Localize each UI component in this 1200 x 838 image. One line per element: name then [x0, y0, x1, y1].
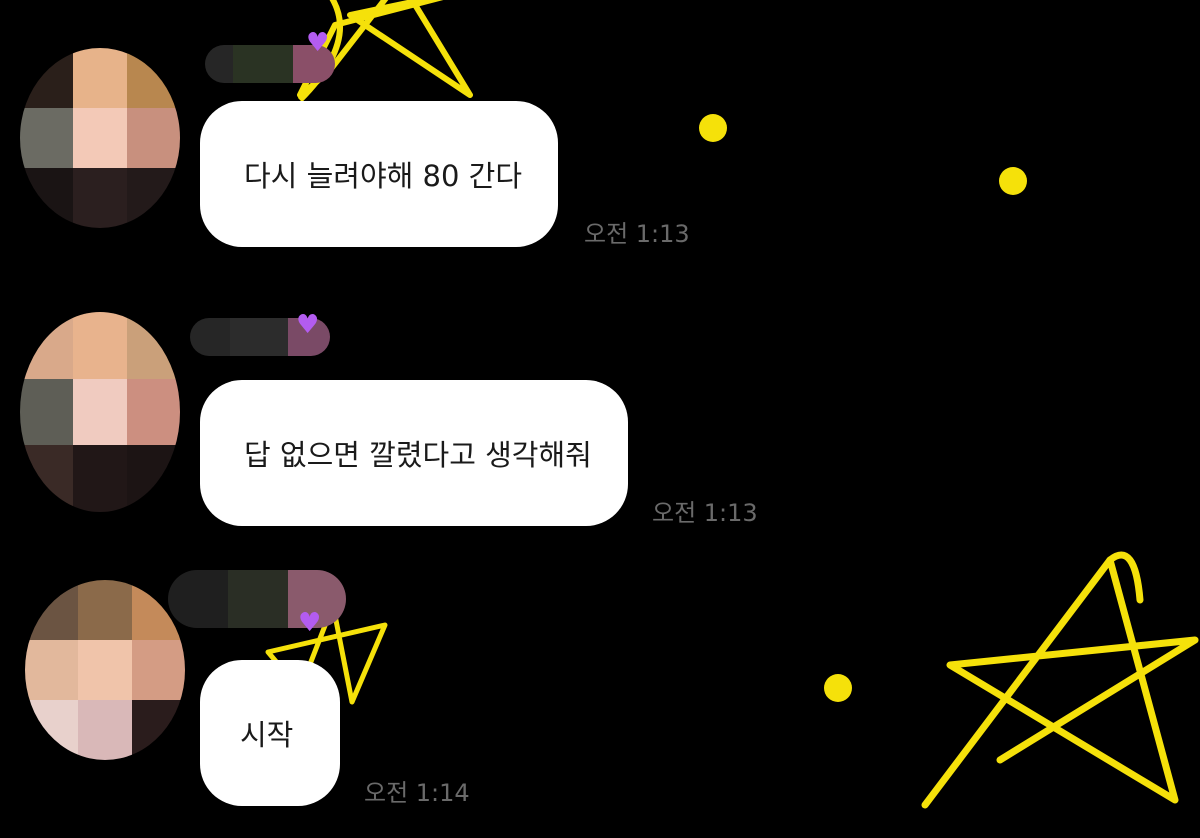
message-text: 시작 — [240, 718, 294, 752]
message-bubble[interactable]: 답 없으면 깔렸다고 생각해줘 — [200, 380, 628, 526]
yellow-dot-icon — [824, 674, 852, 702]
purple-heart-icon: ♥ — [298, 608, 322, 638]
yellow-dot-icon — [999, 167, 1027, 195]
message-text: 답 없으면 깔렸다고 생각해줘 — [244, 438, 592, 472]
message-bubble[interactable]: 시작 — [200, 660, 340, 806]
chat-screen: ♥ 다시 늘려야해 80 간다 오전 1:13 ♥ 답 없으면 깔렸다고 생각해… — [0, 0, 1200, 838]
message-bubble[interactable]: 다시 늘려야해 80 간다 — [200, 101, 558, 247]
avatar[interactable] — [25, 580, 185, 760]
avatar[interactable] — [20, 48, 180, 228]
message-time: 오전 1:14 — [364, 779, 470, 807]
message-text: 다시 늘려야해 80 간다 — [244, 159, 522, 193]
yellow-dot-icon — [699, 114, 727, 142]
star-doodle-icon — [921, 556, 1199, 809]
purple-heart-icon: ♥ — [296, 310, 320, 340]
message-time: 오전 1:13 — [584, 220, 690, 248]
avatar[interactable] — [20, 312, 180, 512]
purple-heart-icon: ♥ — [306, 28, 330, 58]
message-time: 오전 1:13 — [652, 499, 758, 527]
